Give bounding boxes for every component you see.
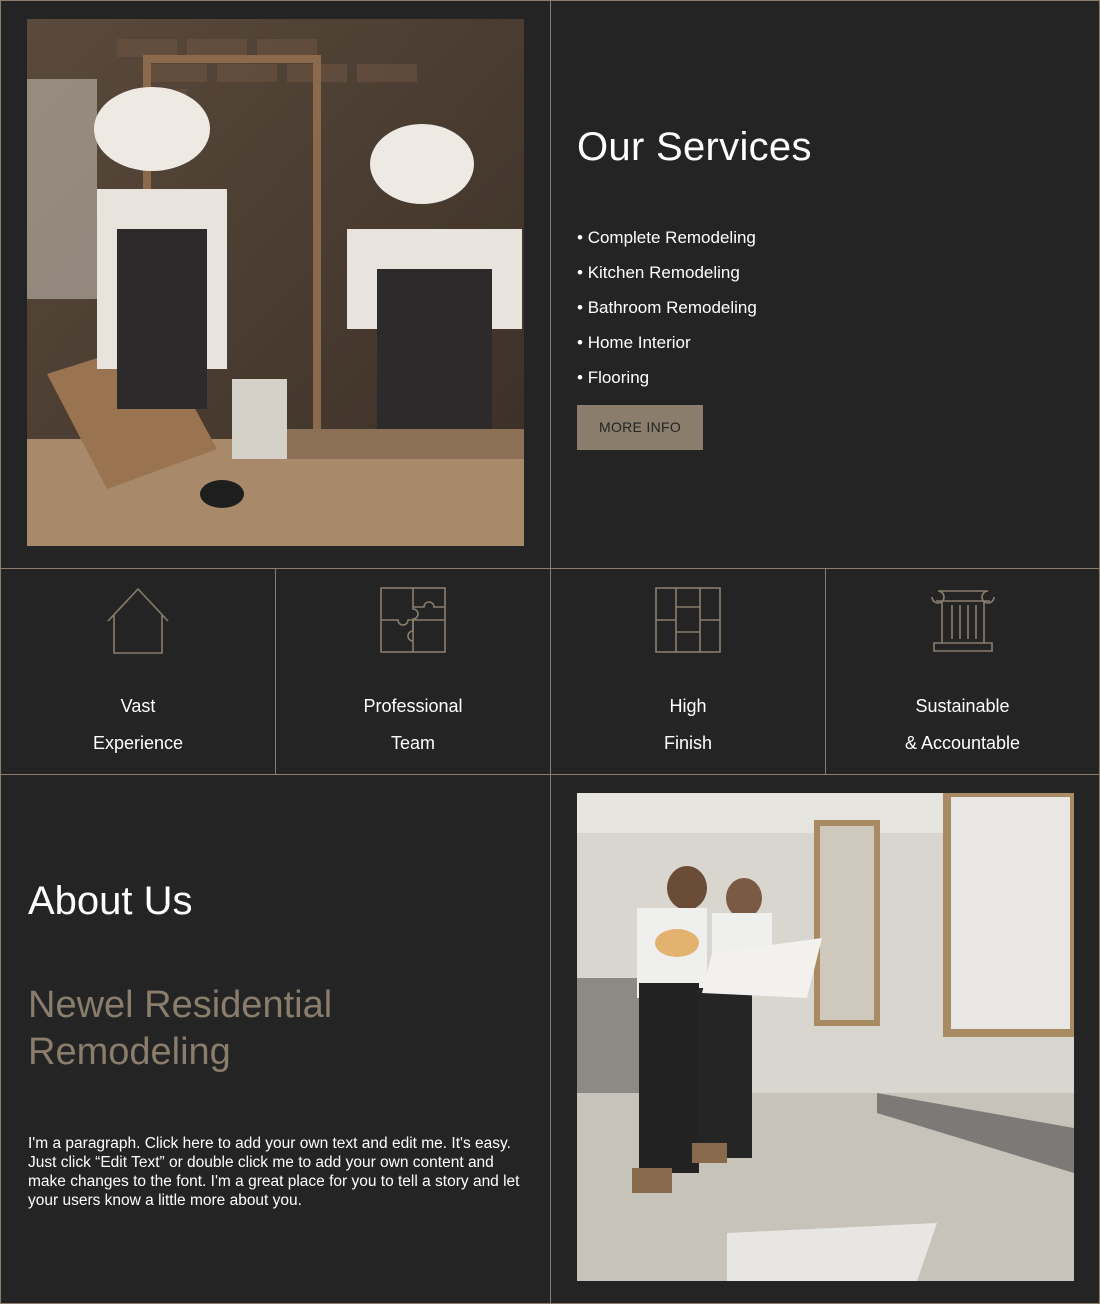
feature-team: Professional Team <box>276 569 550 774</box>
bottom-row-divider <box>550 775 551 1303</box>
feature-title: Professional <box>363 696 463 716</box>
workers-blueprint-photo <box>577 793 1074 1281</box>
feature-finish: High Finish <box>551 569 825 774</box>
feature-subtitle: Experience <box>92 733 184 753</box>
puzzle-icon <box>380 587 446 653</box>
feature-title: Sustainable <box>915 696 1010 716</box>
page: Our Services Complete Remodeling Kitchen… <box>0 0 1100 1304</box>
feature-subtitle: Team <box>390 733 435 753</box>
about-title: About Us <box>28 879 193 923</box>
feature-title: High <box>669 696 707 716</box>
about-subtitle: Newel Residential Remodeling <box>28 984 333 1073</box>
workers-carpentry-photo <box>27 19 524 546</box>
feature-sustainable: Sustainable & Accountable <box>826 569 1099 774</box>
service-item: Home Interior <box>577 325 1057 360</box>
service-item: Flooring <box>577 360 1057 395</box>
feature-experience: Vast Experience <box>1 569 275 774</box>
about-block: About Us Newel Residential Remodeling I'… <box>28 879 528 1210</box>
feature-subtitle: Finish <box>663 733 712 753</box>
service-item: Complete Remodeling <box>577 220 1057 255</box>
services-block: Our Services Complete Remodeling Kitchen… <box>577 125 1057 450</box>
features-section: Vast Experience Professional Team High F… <box>1 569 1099 775</box>
about-paragraph: I'm a paragraph. Click here to add your … <box>28 1135 520 1209</box>
photo-illustration <box>577 793 1074 1281</box>
grid-panels-icon <box>655 587 721 653</box>
feature-title: Vast <box>120 696 156 716</box>
column-icon <box>930 590 995 652</box>
feature-subtitle: & Accountable <box>904 733 1021 753</box>
photo-illustration <box>27 19 524 546</box>
service-item: Kitchen Remodeling <box>577 255 1057 290</box>
services-list: Complete Remodeling Kitchen Remodeling B… <box>577 220 1057 395</box>
more-info-button[interactable]: MORE INFO <box>577 405 703 450</box>
top-row-divider <box>550 1 551 568</box>
service-item: Bathroom Remodeling <box>577 290 1057 325</box>
services-title: Our Services <box>577 125 812 169</box>
house-icon <box>107 587 169 654</box>
